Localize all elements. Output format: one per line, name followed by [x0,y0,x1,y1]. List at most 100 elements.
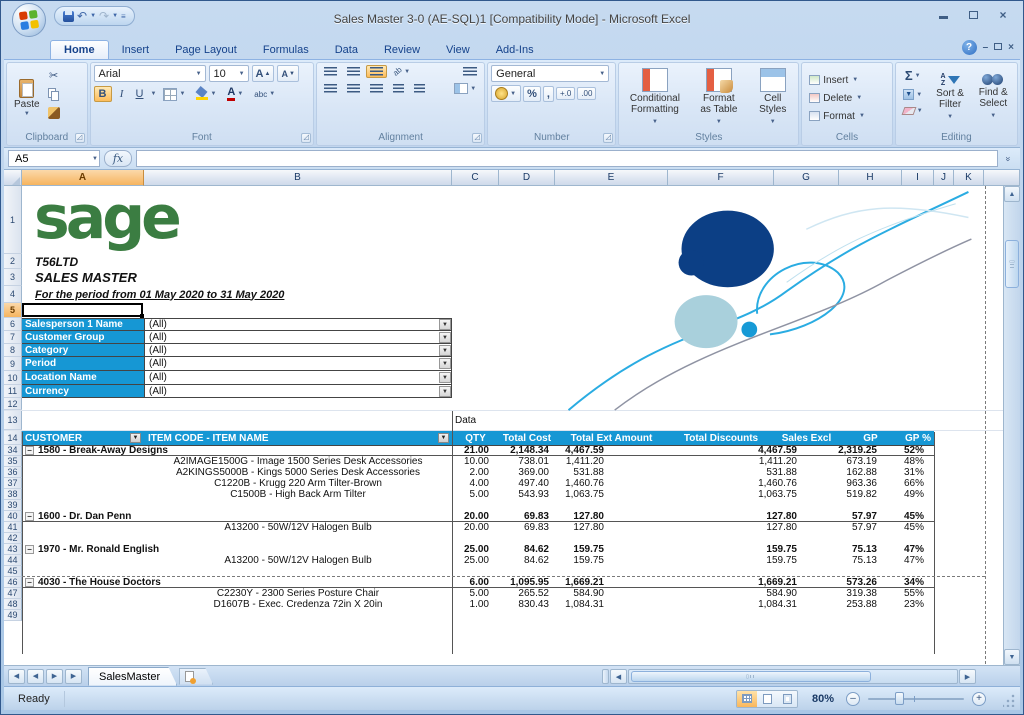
office-button[interactable] [12,3,46,37]
clipboard-dialog-launcher[interactable]: ◿ [75,133,85,143]
row-header[interactable]: 37 [4,478,22,489]
report-title[interactable]: SALES MASTER [35,269,137,286]
autosum-button[interactable]: Σ▼ [899,67,928,84]
total-ext-cell[interactable]: 1,411.20 [522,456,604,467]
selected-cell-A5[interactable] [22,303,143,317]
header-sales-excl[interactable]: Sales Excl [774,431,839,445]
font-name-combo[interactable]: Arial▼ [94,65,206,82]
row-header[interactable]: 34 [4,445,22,456]
fill-color-button[interactable]: ▼ [192,86,221,102]
filter-dropdown-icon[interactable]: ▼ [439,358,451,369]
find-select-button[interactable]: Find &Select ▼ [972,65,1014,131]
item-filter-icon[interactable]: ▼ [438,433,449,443]
filter-value[interactable]: (All) [144,357,452,371]
sort-filter-button[interactable]: AZ Sort &Filter ▼ [932,65,969,131]
row-header[interactable]: 43 [4,544,22,555]
qty-cell[interactable]: 25.00 [447,544,489,555]
filter-value[interactable]: (All) [144,331,452,344]
sales-excl-cell[interactable]: 1,411.20 [712,456,797,467]
gp-cell[interactable]: 162.88 [808,467,877,478]
align-left-button[interactable] [320,82,341,95]
sheet-tab-salesmaster[interactable]: SalesMaster [88,667,177,686]
help-button[interactable]: ? [962,40,977,55]
customize-qat-icon[interactable]: ≡ [121,12,126,21]
hscroll-left-button[interactable]: ◀ [610,669,627,684]
row-header[interactable]: 4 [4,286,22,303]
row-header[interactable]: 2 [4,254,22,269]
header-total-ext[interactable]: Total Ext Amount [555,431,668,445]
save-icon[interactable] [63,11,74,22]
workbook-minimize-button[interactable]: – [983,42,989,53]
number-dialog-launcher[interactable]: ◿ [603,133,613,143]
row-header[interactable]: 39 [4,500,22,511]
gp-pct-cell[interactable]: 52% [878,445,924,456]
gp-cell[interactable]: 57.97 [808,511,877,522]
sales-excl-cell[interactable]: 1,460.76 [712,478,797,489]
formula-input[interactable] [136,150,998,167]
scroll-up-button[interactable]: ▲ [1004,186,1020,202]
gp-pct-cell[interactable]: 55% [878,588,924,599]
customer-group-cell[interactable]: −1970 - Mr. Ronald English [25,544,455,555]
gp-cell[interactable]: 2,319.25 [808,445,877,456]
gp-cell[interactable]: 57.97 [808,522,877,533]
header-gp[interactable]: GP [839,431,902,445]
accounting-format-button[interactable]: ▼ [491,85,521,102]
item-name-cell[interactable]: A13200 - 50W/12V Halogen Bulb [144,555,452,566]
row-header[interactable]: 8 [4,344,22,357]
last-sheet-button[interactable]: ▶ [65,669,82,684]
item-name-cell[interactable]: A2KINGS5000B - Kings 5000 Series Desk Ac… [144,467,452,478]
row-header[interactable]: 40 [4,511,22,522]
percent-style-button[interactable]: % [523,86,541,102]
gp-pct-cell[interactable]: 66% [878,478,924,489]
header-total-cost[interactable]: Total Cost [499,431,555,445]
fill-button[interactable]: ▼▼ [899,87,928,102]
gp-pct-cell[interactable]: 45% [878,522,924,533]
column-header-F[interactable]: F [668,170,774,186]
column-header-B[interactable]: B [144,170,452,186]
increase-indent-button[interactable] [410,82,429,95]
tab-view[interactable]: View [433,41,483,59]
row-header-selected[interactable]: 5 [4,303,22,318]
decrease-decimal-button[interactable]: .00 [577,87,596,100]
insert-function-button[interactable]: fx [104,150,132,167]
align-center-button[interactable] [343,82,364,95]
qty-cell[interactable]: 1.00 [447,599,489,610]
tab-page-layout[interactable]: Page Layout [162,41,250,59]
column-header-K[interactable]: K [954,170,984,186]
item-name-cell[interactable]: C1500B - High Back Arm Tilter [144,489,452,500]
maximize-button[interactable] [960,7,986,22]
gp-pct-cell[interactable]: 31% [878,467,924,478]
insert-cells-button[interactable]: Insert▼ [805,73,888,88]
collapse-icon[interactable]: − [25,545,34,554]
qty-cell[interactable]: 20.00 [447,522,489,533]
data-area-label[interactable]: Data [455,411,476,430]
tab-split-handle[interactable] [602,669,609,684]
item-name-cell[interactable]: C2230Y - 2300 Series Posture Chair [144,588,452,599]
gp-pct-cell[interactable]: 49% [878,489,924,500]
customer-group-cell[interactable]: −1580 - Break-Away Designs [25,445,455,456]
format-painter-button[interactable] [44,105,64,121]
align-right-button[interactable] [366,82,387,95]
tab-data[interactable]: Data [322,41,371,59]
undo-dropdown-icon[interactable]: ▼ [90,13,96,19]
row-header[interactable]: 13 [4,411,22,430]
filter-dropdown-icon[interactable]: ▼ [439,319,451,330]
normal-view-button[interactable] [737,691,757,707]
total-ext-cell[interactable]: 1,669.21 [522,577,604,588]
qty-cell[interactable]: 20.00 [447,511,489,522]
tab-formulas[interactable]: Formulas [250,41,322,59]
tab-insert[interactable]: Insert [109,41,163,59]
gp-cell[interactable]: 573.26 [808,577,877,588]
scroll-down-button[interactable]: ▼ [1004,649,1020,665]
copy-button[interactable] [44,86,64,103]
underline-button[interactable]: U [132,86,148,102]
gp-cell[interactable]: 963.36 [808,478,877,489]
next-sheet-button[interactable]: ▶ [46,669,63,684]
column-header-C[interactable]: C [452,170,499,186]
zoom-slider-thumb[interactable] [895,692,904,705]
filter-dropdown-icon[interactable]: ▼ [439,332,451,343]
total-ext-cell[interactable]: 127.80 [522,522,604,533]
paste-button[interactable]: Paste ▼ [10,65,44,131]
horizontal-scroll-thumb[interactable] [631,671,871,682]
tab-add-ins[interactable]: Add-Ins [483,41,547,59]
